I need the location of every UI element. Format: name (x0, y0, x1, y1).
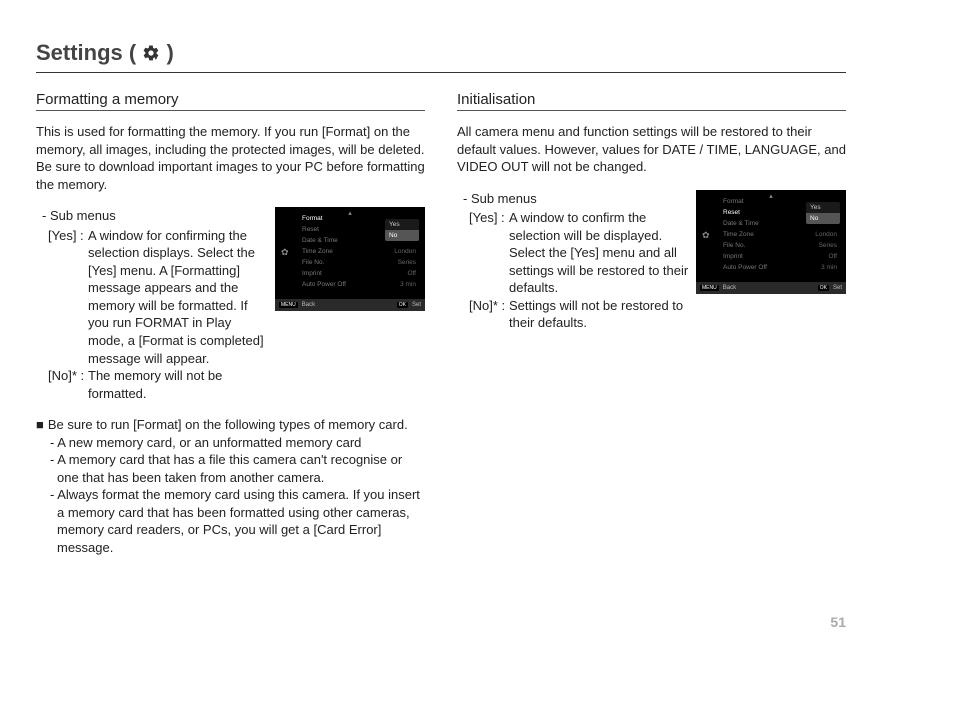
no-desc: Settings will not be restored to their d… (509, 297, 690, 332)
sub-menus-label: - Sub menus (463, 190, 690, 208)
lcd-menu-label: File No. (302, 257, 324, 268)
lcd-menu-value: London (815, 229, 837, 240)
footer-set: Set (833, 285, 842, 291)
lcd-popup: Yes No (806, 202, 840, 224)
lcd-menu-label: Date & Time (302, 235, 338, 246)
lcd-menu-value: Series (819, 240, 837, 251)
popup-no: No (385, 230, 419, 241)
lcd-footer: MENU Back OK Set (696, 282, 846, 294)
lcd-menu-value: Series (398, 257, 416, 268)
popup-yes: Yes (806, 202, 840, 213)
chevron-up-icon: ▴ (769, 192, 773, 200)
lcd-menu-row: Time Zone London (299, 246, 419, 257)
lcd-menu-label: Auto Power Off (723, 262, 767, 273)
note-item: - Always format the memory card using th… (50, 486, 425, 556)
ok-badge: OK (397, 302, 408, 308)
lcd-menu-label: Imprint (723, 251, 743, 262)
section-heading-formatting: Formatting a memory (36, 91, 425, 111)
lcd-menu-row: File No. Series (299, 257, 419, 268)
note-item: - A memory card that has a file this cam… (50, 451, 425, 486)
no-desc: The memory will not be formatted. (88, 367, 269, 402)
footer-set: Set (412, 302, 421, 308)
lcd-menu-label: Time Zone (302, 246, 333, 257)
lcd-menu-value: London (394, 246, 416, 257)
yes-desc: A window to confirm the selection will b… (509, 209, 690, 297)
lcd-menu-label: Format (723, 196, 744, 207)
menu-badge: MENU (700, 285, 719, 291)
lcd-screenshot-reset: ▴ ✿ FormatResetDate & TimeTime Zone Londo… (696, 190, 846, 294)
lcd-menu-label: Date & Time (723, 218, 759, 229)
title-prefix: Settings ( (36, 40, 142, 65)
lcd-menu-row: Auto Power Off 3 min (299, 279, 419, 290)
formatting-intro: This is used for formatting the memory. … (36, 123, 425, 193)
lcd-screenshot-format: ▴ ✿ FormatResetDate & TimeTime Zone Londo… (275, 207, 425, 311)
lcd-popup: Yes No (385, 219, 419, 241)
lcd-menu-value: Off (828, 251, 837, 262)
footer-back: Back (723, 285, 736, 291)
lcd-footer: MENU Back OK Set (275, 299, 425, 311)
popup-yes: Yes (385, 219, 419, 230)
lcd-menu-label: Auto Power Off (302, 279, 346, 290)
note-heading: Be sure to run [Format] on the following… (48, 416, 408, 434)
note-item: - A new memory card, or an unformatted m… (50, 434, 425, 452)
no-key: [No]* : (48, 367, 88, 402)
lcd-menu-row: File No. Series (720, 240, 840, 251)
lcd-menu-value: Off (407, 268, 416, 279)
lcd-menu-label: Format (302, 213, 323, 224)
lcd-menu-label: Time Zone (723, 229, 754, 240)
lcd-menu-value: 3 min (400, 279, 416, 290)
lcd-menu-label: Reset (302, 224, 319, 235)
lcd-menu-row: Imprint Off (720, 251, 840, 262)
left-column: Formatting a memory This is used for for… (36, 91, 425, 557)
footer-back: Back (302, 302, 315, 308)
page-title: Settings ( ) (36, 40, 846, 73)
title-suffix: ) (160, 40, 173, 65)
menu-badge: MENU (279, 302, 298, 308)
lcd-menu-value: 3 min (821, 262, 837, 273)
page-number: 51 (830, 614, 846, 630)
right-column: Initialisation All camera menu and funct… (457, 91, 846, 557)
no-key: [No]* : (469, 297, 509, 332)
chevron-up-icon: ▴ (348, 209, 352, 217)
yes-key: [Yes] : (469, 209, 509, 297)
lcd-menu-label: Reset (723, 207, 740, 218)
gear-icon: ✿ (281, 247, 289, 258)
popup-no: No (806, 213, 840, 224)
lcd-menu-label: Imprint (302, 268, 322, 279)
sub-menus-label: - Sub menus (42, 207, 269, 225)
ok-badge: OK (818, 285, 829, 291)
lcd-menu-label: File No. (723, 240, 745, 251)
gear-icon (142, 42, 160, 68)
lcd-menu-row: Time Zone London (720, 229, 840, 240)
lcd-menu-row: Auto Power Off 3 min (720, 262, 840, 273)
lcd-menu-row: Imprint Off (299, 268, 419, 279)
section-heading-initialisation: Initialisation (457, 91, 846, 111)
gear-icon: ✿ (702, 230, 710, 241)
yes-key: [Yes] : (48, 227, 88, 367)
square-bullet-icon: ■ (36, 416, 44, 434)
initialisation-intro: All camera menu and function settings wi… (457, 123, 846, 176)
yes-desc: A window for confirming the selection di… (88, 227, 269, 367)
